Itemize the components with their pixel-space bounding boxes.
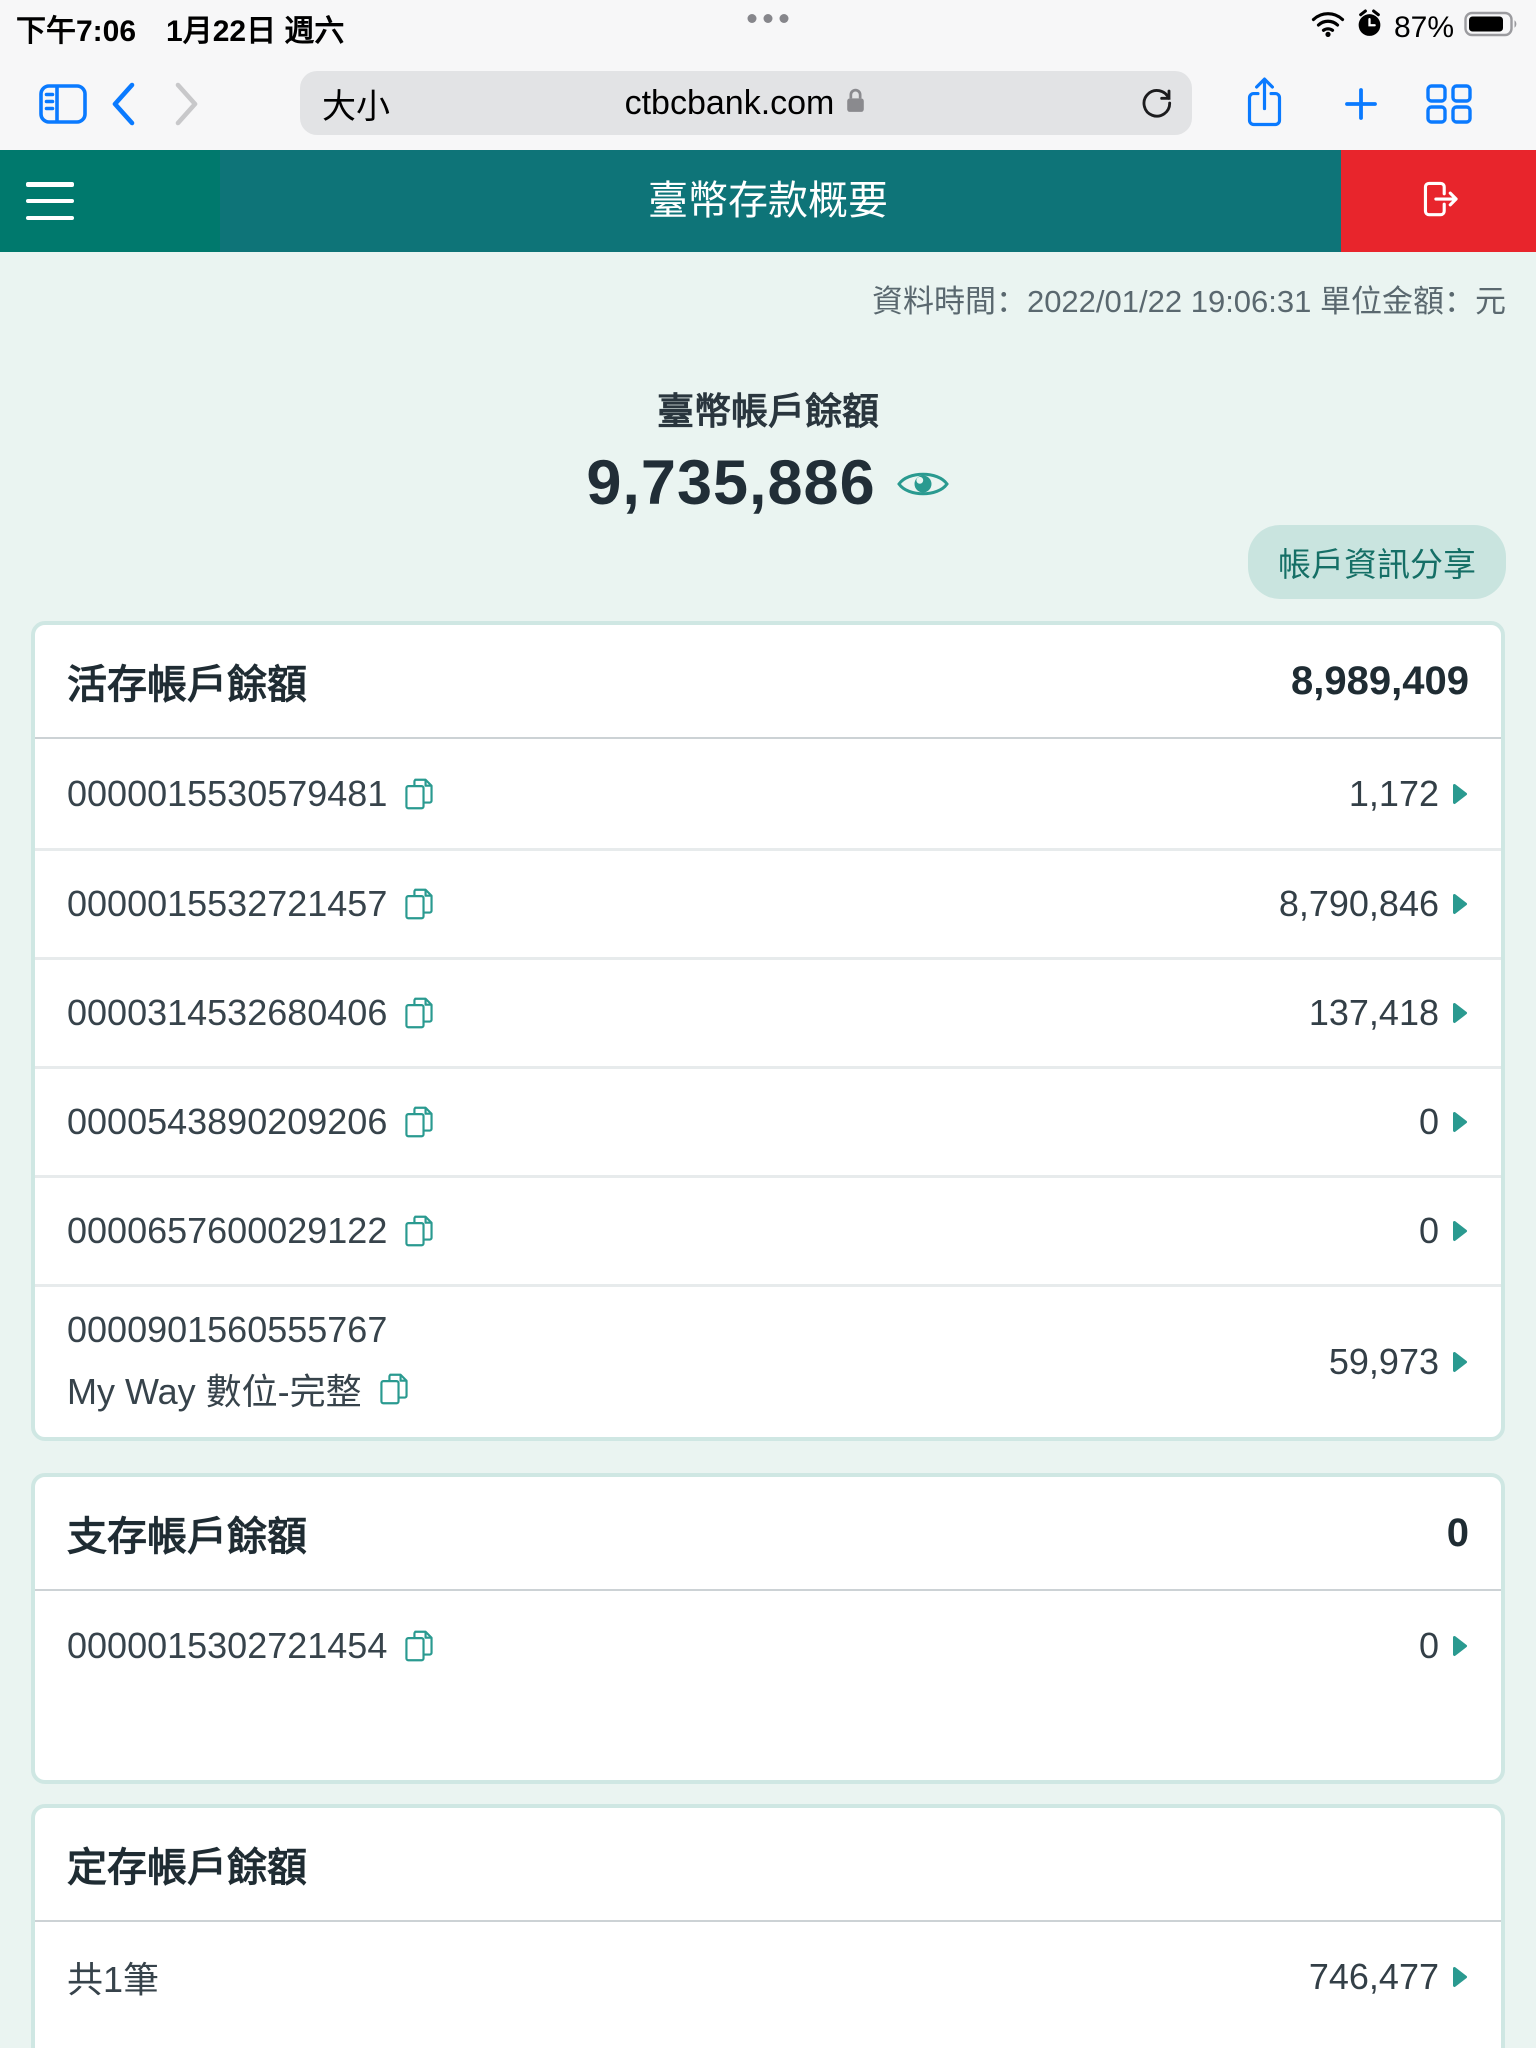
copy-icon[interactable] (401, 1103, 439, 1141)
account-balance: 59,973 (1329, 1341, 1439, 1383)
copy-icon[interactable] (401, 994, 439, 1032)
data-timestamp: 資料時間：2022/01/22 19:06:31 單位金額：元 (0, 252, 1536, 321)
account-info-share-button[interactable]: 帳戶資訊分享 (1248, 525, 1506, 599)
wifi-icon (1311, 10, 1345, 45)
copy-icon[interactable] (401, 775, 439, 813)
account-row[interactable]: 0000015530579481 1,172 (35, 739, 1501, 848)
tabs-overview-icon[interactable] (1424, 82, 1474, 131)
card-bottom-space (35, 2031, 1501, 2048)
card-total: 8,989,409 (1291, 659, 1469, 704)
account-row[interactable]: 共1筆 746,477 (35, 1922, 1501, 2031)
chevron-right-icon (1452, 1210, 1469, 1252)
copy-icon[interactable] (401, 885, 439, 923)
battery-icon (1464, 10, 1520, 46)
safari-toolbar: 大小 ctbcbank.com (0, 55, 1536, 152)
chevron-right-icon (1452, 1341, 1469, 1383)
account-row[interactable]: 0000543890209206 0 (35, 1066, 1501, 1175)
account-balance: 1,172 (1349, 773, 1439, 815)
reload-icon[interactable] (1136, 83, 1176, 128)
card-header: 支存帳戶餘額 0 (35, 1477, 1501, 1589)
lock-icon (844, 86, 867, 120)
account-row[interactable]: 0000657600029122 0 (35, 1175, 1501, 1284)
card-header: 定存帳戶餘額 (35, 1808, 1501, 1920)
card-title: 活存帳戶餘額 (67, 652, 307, 710)
copy-icon[interactable] (401, 1212, 439, 1250)
chevron-right-icon (1452, 1625, 1469, 1667)
account-number: 0000015532721457 (67, 883, 387, 925)
battery-percent: 87% (1394, 11, 1454, 45)
card-header: 活存帳戶餘額 8,989,409 (35, 625, 1501, 737)
checking-deposit-card: 支存帳戶餘額 0 0000015302721454 0 (31, 1473, 1505, 1784)
account-name: My Way 數位-完整 (67, 1363, 362, 1415)
multitasking-dots-icon[interactable] (748, 14, 789, 23)
chevron-right-icon (1452, 1101, 1469, 1143)
status-time: 下午7:06 (16, 6, 136, 50)
demand-deposit-card: 活存帳戶餘額 8,989,409 0000015530579481 1,172 … (31, 621, 1505, 1441)
total-balance: 9,735,886 (586, 447, 875, 519)
status-date: 1月22日 週六 (166, 6, 344, 50)
address-bar[interactable]: 大小 ctbcbank.com (300, 71, 1192, 135)
account-row[interactable]: 0000901560555767 My Way 數位-完整 59,973 (35, 1284, 1501, 1437)
alarm-icon (1355, 9, 1384, 46)
account-balance: 0 (1419, 1625, 1439, 1667)
account-row[interactable]: 0000015532721457 8,790,846 (35, 848, 1501, 957)
share-icon[interactable] (1242, 73, 1287, 136)
chevron-right-icon (1452, 883, 1469, 925)
copy-icon[interactable] (376, 1370, 414, 1408)
card-bottom-space (35, 1700, 1501, 1780)
chevron-right-icon (1452, 992, 1469, 1034)
eye-icon[interactable] (896, 466, 950, 507)
forward-icon[interactable] (170, 79, 204, 134)
account-balance: 746,477 (1309, 1956, 1439, 1998)
url-text[interactable]: ctbcbank.com (625, 84, 835, 123)
sidebar-icon[interactable] (36, 80, 90, 133)
account-number: 0000901560555767 (67, 1309, 414, 1351)
card-title: 定存帳戶餘額 (67, 1835, 307, 1893)
time-deposit-card: 定存帳戶餘額 共1筆 746,477 (31, 1804, 1505, 2048)
ios-status-bar: 下午7:06 1月22日 週六 87% (0, 0, 1536, 55)
account-number: 0000314532680406 (67, 992, 387, 1034)
account-balance: 8,790,846 (1279, 883, 1439, 925)
account-balance: 137,418 (1309, 992, 1439, 1034)
card-title: 支存帳戶餘額 (67, 1504, 307, 1562)
account-row[interactable]: 0000015302721454 0 (35, 1591, 1501, 1700)
new-tab-icon[interactable] (1338, 81, 1384, 132)
summary-title: 臺幣帳戶餘額 (0, 381, 1536, 435)
account-row[interactable]: 0000314532680406 137,418 (35, 957, 1501, 1066)
back-icon[interactable] (106, 79, 140, 134)
account-number: 0000657600029122 (67, 1210, 387, 1252)
account-number: 0000543890209206 (67, 1101, 387, 1143)
page-title: 臺幣存款概要 (0, 150, 1536, 252)
app-header: 臺幣存款概要 (0, 150, 1536, 252)
time-deposit-count: 共1筆 (67, 1951, 159, 2003)
total-balance-row: 9,735,886 (0, 447, 1536, 519)
logout-button[interactable] (1341, 150, 1536, 252)
chevron-right-icon (1452, 773, 1469, 815)
page-content: 資料時間：2022/01/22 19:06:31 單位金額：元 臺幣帳戶餘額 9… (0, 252, 1536, 2048)
copy-icon[interactable] (401, 1627, 439, 1665)
account-balance: 0 (1419, 1101, 1439, 1143)
account-number: 0000015302721454 (67, 1625, 387, 1667)
card-total: 0 (1447, 1511, 1469, 1556)
account-balance: 0 (1419, 1210, 1439, 1252)
account-number: 0000015530579481 (67, 773, 387, 815)
logout-icon (1414, 174, 1464, 229)
chevron-right-icon (1452, 1956, 1469, 1998)
